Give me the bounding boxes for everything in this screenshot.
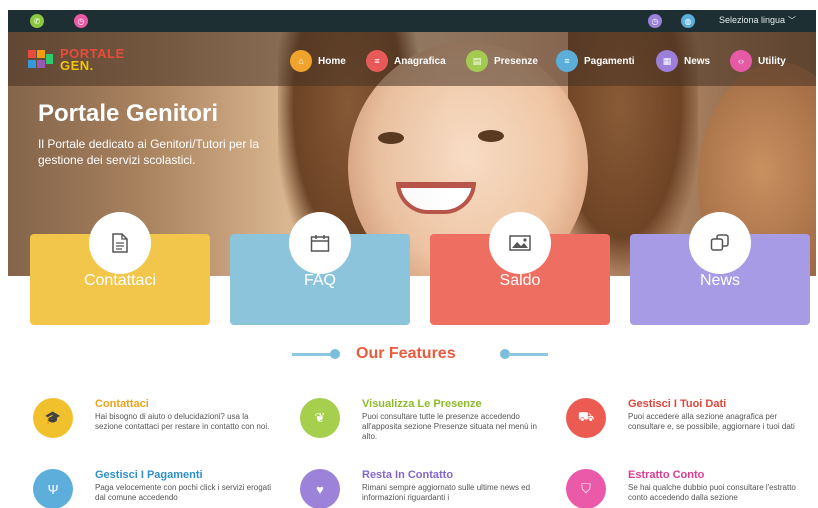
feature-title: Estratto Conto xyxy=(628,469,705,481)
cutlery-icon: Ψ xyxy=(33,469,73,508)
feature-title: Gestisci I Pagamenti xyxy=(95,469,203,481)
shield-icon: ⛉ xyxy=(566,469,606,508)
card-label: Saldo xyxy=(499,272,541,289)
phone-icon[interactable]: ✆ xyxy=(30,14,44,28)
nav-label: Home xyxy=(318,55,346,67)
list-icon: ≡ xyxy=(556,50,578,72)
home-icon: ⌂ xyxy=(290,50,312,72)
card-contattaci[interactable]: Contattaci xyxy=(30,212,210,325)
nav-item-pagamenti[interactable]: ≡ Pagamenti xyxy=(556,50,635,72)
list-icon: ≡ xyxy=(366,50,388,72)
card-faq[interactable]: FAQ xyxy=(230,212,410,325)
code-icon: ‹› xyxy=(730,50,752,72)
card-label: FAQ xyxy=(303,272,336,289)
image-icon xyxy=(509,235,531,251)
nav-label: Pagamenti xyxy=(584,55,635,67)
feature-text: Hai bisogno di aiuto o delucidazioni? us… xyxy=(95,412,270,431)
nav-label: Presenze xyxy=(494,55,538,67)
nav-label: News xyxy=(684,55,711,67)
card-icon-circle xyxy=(289,212,351,274)
language-selector[interactable]: Seleziona lingua ﹀ xyxy=(719,15,796,26)
nav-item-utility[interactable]: ‹› Utility xyxy=(730,50,786,72)
car-icon: ⛟ xyxy=(566,398,606,438)
feature-title: Resta In Contatto xyxy=(362,469,454,481)
logo-icon xyxy=(28,50,53,68)
card-label: Contattaci xyxy=(83,272,157,289)
main-navbar: PORTALE GEN. ⌂ Home ≡ Anagrafica ▤ Prese… xyxy=(8,32,816,86)
top-bar: ✆ ◷ ◷ ◍ Seleziona lingua ﹀ xyxy=(8,10,816,32)
nav-item-news[interactable]: ▦ News xyxy=(656,50,711,72)
copy-icon xyxy=(710,234,729,251)
logo[interactable]: PORTALE GEN. xyxy=(28,45,140,73)
leaf-icon: ❦ xyxy=(300,398,340,438)
nav-item-anagrafica[interactable]: ≡ Anagrafica xyxy=(366,50,446,72)
feature-title: Visualizza Le Presenze xyxy=(362,398,482,410)
hero-title: Portale Genitori xyxy=(38,100,219,127)
calendar-icon xyxy=(310,235,330,252)
hero-subtitle: Il Portale dedicato ai Genitori/Tutori p… xyxy=(38,137,259,167)
nav-item-home[interactable]: ⌂ Home xyxy=(290,50,346,72)
card-icon-circle xyxy=(489,212,551,274)
card-icon-circle xyxy=(89,212,151,274)
feature-text: Se hai qualche dubbio puoi consultare l'… xyxy=(628,483,796,502)
heart-icon: ♥ xyxy=(300,469,340,508)
document-icon: ▤ xyxy=(466,50,488,72)
calendar-icon: ▦ xyxy=(656,50,678,72)
document-icon xyxy=(112,233,128,253)
card-label: News xyxy=(699,272,740,289)
feature-text: Paga velocemente con pochi click i servi… xyxy=(95,483,272,502)
nav-label: Utility xyxy=(758,55,786,67)
nav-item-presenze[interactable]: ▤ Presenze xyxy=(466,50,538,72)
feature-title: Contattaci xyxy=(95,398,149,410)
feature-title: Gestisci I Tuoi Dati xyxy=(628,398,727,410)
card-news[interactable]: News xyxy=(630,212,810,325)
language-label: Seleziona lingua xyxy=(718,15,785,25)
card-icon-circle xyxy=(689,212,751,274)
globe-icon[interactable]: ◍ xyxy=(681,14,695,28)
timer-icon[interactable]: ◷ xyxy=(648,14,662,28)
feature-text: Puoi consultare tutte le presenze accede… xyxy=(362,412,537,441)
feature-text: Rimani sempre aggiornato sulle ultime ne… xyxy=(362,483,531,502)
card-saldo[interactable]: Saldo xyxy=(430,212,610,325)
chevron-down-icon: ﹀ xyxy=(788,16,796,25)
graduation-cap-icon: 🎓 xyxy=(33,398,73,438)
divider-dot xyxy=(330,349,340,359)
features-title: Our Features xyxy=(356,345,456,362)
feature-text: Puoi accedere alla sezione anagrafica pe… xyxy=(628,412,795,431)
nav-label: Anagrafica xyxy=(394,55,446,67)
clock-icon[interactable]: ◷ xyxy=(74,14,88,28)
logo-text-line2: GEN. xyxy=(60,58,94,73)
